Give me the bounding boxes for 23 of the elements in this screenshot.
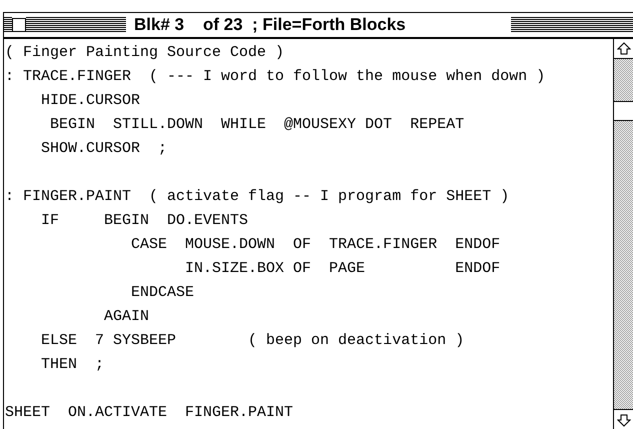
code-line: ( Finger Painting Source Code ) xyxy=(5,43,284,63)
scrollbar[interactable] xyxy=(613,39,633,429)
down-arrow-icon xyxy=(616,412,630,426)
close-box[interactable] xyxy=(12,18,26,32)
code-line: THEN ; xyxy=(40,355,104,375)
code-line: ENDCASE xyxy=(130,283,194,303)
title-bar-stripes xyxy=(4,17,12,33)
code-line: : TRACE.FINGER ( --- I word to follow the mouse when down ) xyxy=(5,67,546,87)
code-line: ELSE 7 SYSBEEP ( beep on deactivation ) xyxy=(40,331,464,351)
code-line: HIDE.CURSOR xyxy=(40,91,140,111)
window-title: Blk# 3 of 23 ; File=Forth Blocks xyxy=(133,14,407,36)
code-line: CASE MOUSE.DOWN OF TRACE.FINGER ENDOF xyxy=(130,235,500,255)
code-line: SHEET ON.ACTIVATE FINGER.PAINT xyxy=(5,403,294,423)
scroll-up-button[interactable] xyxy=(614,39,633,59)
scroll-thumb[interactable] xyxy=(614,101,633,121)
code-line: AGAIN xyxy=(103,307,150,327)
up-arrow-icon xyxy=(616,42,630,56)
code-line: BEGIN STILL.DOWN WHILE @MOUSEXY DOT REPEAT xyxy=(49,115,464,135)
code-line: SHOW.CURSOR ; xyxy=(40,139,168,159)
scroll-down-button[interactable] xyxy=(614,409,633,429)
code-line: : FINGER.PAINT ( activate flag -- I program for SHEET ) xyxy=(5,187,510,207)
code-line: IN.SIZE.BOX OF PAGE ENDOF xyxy=(184,259,500,279)
code-line: IF BEGIN DO.EVENTS xyxy=(40,211,248,231)
